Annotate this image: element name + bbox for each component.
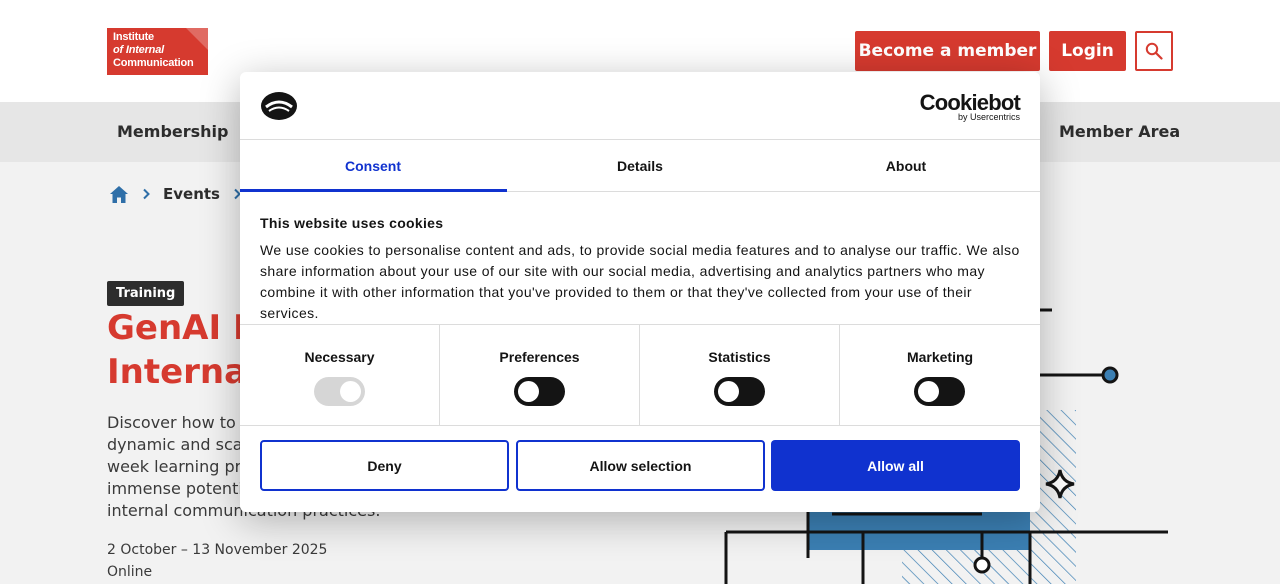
search-icon xyxy=(1145,42,1163,60)
allow-all-button[interactable]: Allow all xyxy=(771,440,1020,491)
event-location: Online xyxy=(107,564,153,580)
toggle-knob xyxy=(718,381,739,402)
category-preferences: Preferences xyxy=(440,325,640,425)
cookie-logo-icon xyxy=(261,92,297,120)
search-button[interactable] xyxy=(1135,31,1173,71)
category-label: Preferences xyxy=(499,349,580,365)
category-necessary: Necessary xyxy=(240,325,440,425)
cookiebot-brand[interactable]: Cookiebot by Usercentrics xyxy=(919,90,1021,123)
nav-item-member-area[interactable]: Member Area xyxy=(1059,122,1180,141)
toggle-knob xyxy=(340,381,361,402)
nav-item-membership[interactable]: Membership xyxy=(117,122,229,141)
tab-consent[interactable]: Consent xyxy=(240,140,506,192)
chevron-right-icon xyxy=(143,188,150,200)
necessary-toggle xyxy=(314,377,365,406)
tab-about[interactable]: About xyxy=(773,140,1039,192)
breadcrumb: Events xyxy=(109,183,242,205)
tab-details[interactable]: Details xyxy=(507,140,773,192)
event-type-badge: Training xyxy=(107,281,185,306)
active-tab-indicator xyxy=(240,189,507,192)
toggle-knob xyxy=(918,381,939,402)
cookie-title: This website uses cookies xyxy=(260,215,444,231)
category-statistics: Statistics xyxy=(640,325,840,425)
category-label: Marketing xyxy=(906,349,974,365)
category-marketing: Marketing xyxy=(840,325,1040,425)
statistics-toggle[interactable] xyxy=(714,377,765,406)
cookie-tabs: Consent Details About xyxy=(240,140,1040,192)
category-label: Statistics xyxy=(708,349,771,365)
marketing-toggle[interactable] xyxy=(914,377,965,406)
cookie-dialog-header: Cookiebot by Usercentrics xyxy=(240,72,1040,140)
allow-selection-button[interactable]: Allow selection xyxy=(516,440,765,491)
cookie-description: We use cookies to personalise content an… xyxy=(260,242,1020,321)
toggle-knob xyxy=(518,381,539,402)
cookie-categories: Necessary Preferences Statistics Marketi… xyxy=(240,324,1040,426)
breadcrumb-events[interactable]: Events xyxy=(163,185,220,203)
deny-button[interactable]: Deny xyxy=(260,440,509,491)
cookie-consent-dialog: Cookiebot by Usercentrics Consent Detail… xyxy=(240,72,1040,512)
preferences-toggle[interactable] xyxy=(514,377,565,406)
site-logo[interactable]: Institute of Internal Communication xyxy=(107,28,208,75)
cookiebot-brand-name: Cookiebot xyxy=(919,90,1021,115)
become-member-button[interactable]: Become a member xyxy=(855,31,1040,71)
category-label: Necessary xyxy=(304,349,375,365)
logo-line-3: Communication xyxy=(113,57,194,69)
home-icon[interactable] xyxy=(109,185,129,204)
login-button[interactable]: Login xyxy=(1049,31,1126,71)
event-date: 2 October – 13 November 2025 xyxy=(107,542,328,558)
logo-notch xyxy=(186,28,208,50)
